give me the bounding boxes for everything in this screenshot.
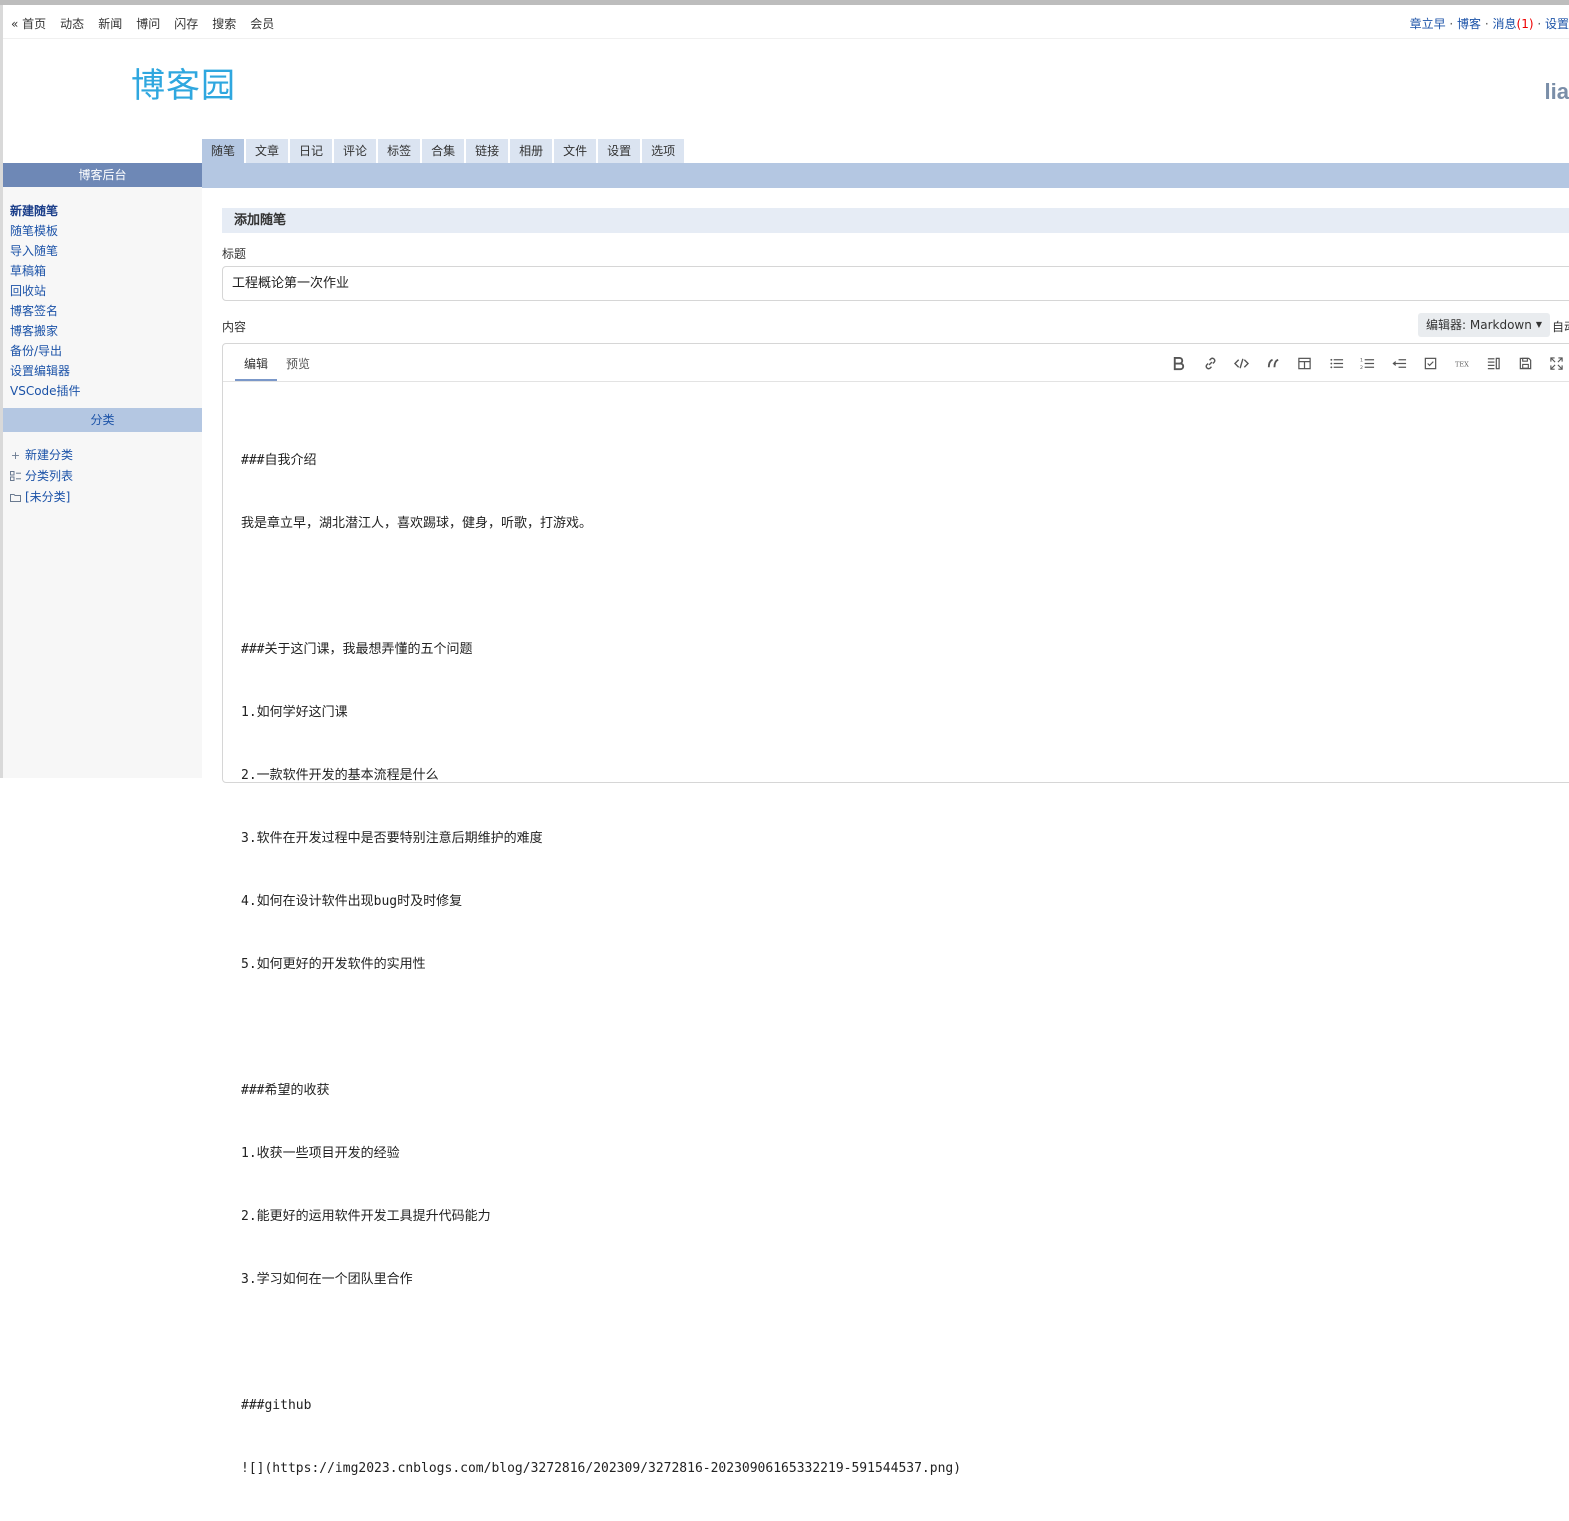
tab-options[interactable]: 选项 — [642, 139, 685, 163]
tab-preview[interactable]: 预览 — [277, 344, 319, 379]
blog-owner-name[interactable]: lia — [1545, 79, 1569, 105]
nav-news-link[interactable]: 新闻 — [98, 15, 122, 32]
sidebar-item-backup-export[interactable]: 备份/导出 — [10, 341, 202, 361]
editor-line: 3.学习如何在一个团队里合作 — [241, 1272, 413, 1287]
bold-icon[interactable] — [1163, 355, 1195, 371]
sidebar-header: 博客后台 — [3, 163, 202, 187]
markdown-editor: 编辑 预览 1 2 TEX ###自我介绍 我是章立早，湖北潜江人，喜欢踢球，健… — [222, 343, 1569, 1476]
svg-text:TEX: TEX — [1455, 360, 1469, 368]
content-label: 内容 — [222, 320, 247, 334]
editor-line: 2.能更好的运用软件开发工具提升代码能力 — [241, 1209, 491, 1224]
page: « 首页 动态 新闻 博问 闪存 搜索 会员 章立早 · 博客 · 消息(1) … — [0, 0, 1569, 1476]
tab-posts[interactable]: 随笔 — [202, 139, 245, 163]
sidebar-item-blog-signature[interactable]: 博客签名 — [10, 301, 202, 321]
admin-tabs: 随笔 文章 日记 评论 标签 合集 链接 相册 文件 设置 选项 — [202, 139, 685, 163]
editor-mode-tabs: 编辑 预览 — [235, 344, 319, 381]
list-grid-icon — [10, 471, 21, 482]
bullet-list-icon[interactable] — [1321, 355, 1353, 371]
nav-flash-link[interactable]: 闪存 — [174, 15, 198, 32]
checkbox-icon[interactable] — [1415, 355, 1447, 371]
editor-line: ###关于这门课，我最想弄懂的五个问题 — [241, 642, 473, 657]
auto-option-label[interactable]: 自动 — [1552, 318, 1569, 335]
code-icon[interactable] — [1226, 355, 1258, 371]
tab-comments[interactable]: 评论 — [334, 139, 377, 163]
sidebar: 博客后台 新建随笔 随笔模板 导入随笔 草稿箱 回收站 博客签名 博客搬家 备份… — [3, 163, 202, 778]
tab-underbar — [202, 163, 1569, 188]
editor-line: 1.收获一些项目开发的经验 — [241, 1146, 400, 1161]
link-icon[interactable] — [1195, 355, 1227, 371]
format-tools: 12 TEX — [1163, 355, 1569, 371]
tab-edit[interactable]: 编辑 — [235, 344, 278, 381]
editor-line: 1.如何学好这门课 — [241, 705, 348, 720]
tab-settings[interactable]: 设置 — [598, 139, 641, 163]
nav-question-link[interactable]: 博问 — [136, 15, 160, 32]
tab-links[interactable]: 链接 — [466, 139, 509, 163]
editor-line: 5.如何更好的开发软件的实用性 — [241, 957, 426, 972]
save-icon[interactable] — [1510, 355, 1542, 371]
editor-line: 我是章立早，湖北潜江人，喜欢踢球，健身，听歌，打游戏。 — [241, 516, 593, 531]
site-links: « 首页 动态 新闻 博问 闪存 搜索 会员 — [11, 15, 274, 32]
editor-line: ###github — [241, 1398, 312, 1413]
sidebar-menu: 新建随笔 随笔模板 导入随笔 草稿箱 回收站 博客签名 博客搬家 备份/导出 设… — [3, 187, 202, 401]
tex-icon[interactable]: TEX — [1447, 355, 1479, 371]
editor-line: 2.一款软件开发的基本流程是什么 — [241, 768, 439, 783]
section-title: 添加随笔 — [222, 208, 1569, 233]
editor-line: ![](https://img2023.cnblogs.com/blog/327… — [241, 1461, 962, 1476]
tab-collections[interactable]: 合集 — [422, 139, 465, 163]
sidebar-item-recycle-bin[interactable]: 回收站 — [10, 281, 202, 301]
editor-type-dropdown[interactable]: 编辑器: Markdown ▼ — [1418, 313, 1550, 337]
user-name-link[interactable]: 章立早 — [1410, 17, 1446, 31]
caret-down-icon: ▼ — [1535, 320, 1542, 329]
category-item-list[interactable]: 分类列表 — [10, 466, 73, 487]
tab-diary[interactable]: 日记 — [290, 139, 333, 163]
quote-icon[interactable] — [1258, 355, 1290, 371]
editor-line: ###希望的收获 — [241, 1083, 330, 1098]
split-view-icon[interactable] — [1478, 355, 1510, 371]
tab-articles[interactable]: 文章 — [246, 139, 289, 163]
nav-search-link[interactable]: 搜索 — [212, 15, 236, 32]
category-item-new[interactable]: + 新建分类 — [10, 445, 73, 466]
sidebar-item-post-template[interactable]: 随笔模板 — [10, 221, 202, 241]
settings-link[interactable]: 设置 — [1545, 17, 1569, 31]
cnblogs-logo[interactable]: 博客园 — [131, 66, 236, 106]
svg-text:2: 2 — [1360, 365, 1363, 371]
sidebar-item-new-post[interactable]: 新建随笔 — [10, 201, 202, 221]
top-navigation: « 首页 动态 新闻 博问 闪存 搜索 会员 章立早 · 博客 · 消息(1) … — [3, 5, 1569, 39]
sidebar-item-drafts[interactable]: 草稿箱 — [10, 261, 202, 281]
svg-text:1: 1 — [1360, 357, 1363, 363]
tab-tags[interactable]: 标签 — [378, 139, 421, 163]
tab-files[interactable]: 文件 — [554, 139, 597, 163]
indent-icon[interactable] — [1384, 355, 1416, 371]
folder-icon — [10, 492, 21, 503]
editor-line: 3.软件在开发过程中是否要特别注意后期维护的难度 — [241, 831, 543, 846]
messages-link[interactable]: 消息(1) — [1493, 17, 1534, 31]
sidebar-item-import-post[interactable]: 导入随笔 — [10, 241, 202, 261]
sidebar-item-editor-settings[interactable]: 设置编辑器 — [10, 361, 202, 381]
category-header: 分类 — [3, 408, 202, 432]
nav-home-link[interactable]: « 首页 — [11, 15, 46, 32]
post-title-input[interactable]: 工程概论第一次作业 — [222, 266, 1569, 301]
nav-dynamic-link[interactable]: 动态 — [60, 15, 84, 32]
editor-toolbar: 编辑 预览 1 2 TEX — [223, 344, 1569, 382]
title-label: 标题 — [222, 247, 247, 261]
editor-line: 4.如何在设计软件出现bug时及时修复 — [241, 894, 463, 909]
fullscreen-icon[interactable] — [1541, 355, 1569, 371]
category-list: + 新建分类 分类列表 [未分类] — [10, 445, 73, 508]
category-item-uncategorized[interactable]: [未分类] — [10, 487, 73, 508]
message-count-badge: (1) — [1516, 17, 1534, 31]
nav-member-link[interactable]: 会员 — [250, 15, 274, 32]
table-icon[interactable] — [1289, 355, 1321, 371]
markdown-textarea[interactable]: ###自我介绍 我是章立早，湖北潜江人，喜欢踢球，健身，听歌，打游戏。 ###关… — [241, 408, 961, 1521]
tab-albums[interactable]: 相册 — [510, 139, 553, 163]
editor-line: ###自我介绍 — [241, 453, 317, 468]
user-links: 章立早 · 博客 · 消息(1) · 设置 — [1409, 17, 1569, 31]
plus-icon: + — [10, 449, 21, 462]
numbered-list-icon[interactable]: 12 — [1352, 355, 1384, 371]
my-blog-link[interactable]: 博客 — [1457, 17, 1481, 31]
sidebar-item-blog-migration[interactable]: 博客搬家 — [10, 321, 202, 341]
sidebar-item-vscode-plugin[interactable]: VSCode插件 — [10, 381, 202, 401]
